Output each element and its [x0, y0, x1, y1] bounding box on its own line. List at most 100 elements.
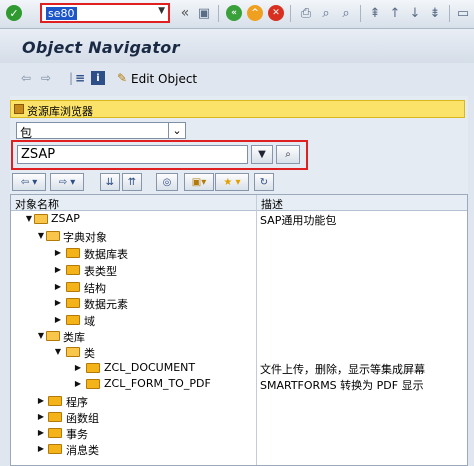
expanded-triangle-icon[interactable]: ▼: [37, 231, 45, 240]
tree-row-table-types[interactable]: ▶ 表类型: [11, 262, 467, 278]
tree-row-description: SMARTFORMS 转换为 PDF 显示: [260, 379, 424, 392]
back-icon[interactable]: «: [226, 5, 242, 21]
object-type-select[interactable]: 包 ⌄: [16, 122, 186, 140]
first-page-icon[interactable]: ⇞: [367, 5, 383, 21]
collapsed-triangle-icon[interactable]: ▶: [54, 298, 62, 307]
tree-toolbar: ⇦ ▾ ⇨ ▾ ⇊ ⇈ ◎ ▣▾ ★ ▾ ↻: [10, 172, 468, 192]
forward-arrow-icon: ⇨ ▾: [58, 176, 76, 188]
edit-object-button[interactable]: Edit Object: [131, 72, 197, 86]
create-session-icon[interactable]: ▭: [455, 5, 471, 21]
info-icon[interactable]: i: [91, 71, 105, 85]
tree-row-domains[interactable]: ▶ 域: [11, 312, 467, 328]
collapsed-triangle-icon[interactable]: ▶: [74, 363, 82, 372]
collapsed-triangle-icon[interactable]: ▶: [54, 265, 62, 274]
collapsed-triangle-icon[interactable]: ▶: [37, 444, 45, 453]
tree-row-transactions[interactable]: ▶ 事务: [11, 425, 467, 441]
collapsed-triangle-icon[interactable]: ▶: [37, 412, 45, 421]
tree-row-label: 数据元素: [84, 298, 128, 311]
tree-row-label: 类库: [63, 331, 85, 344]
folder-open-icon: [46, 231, 60, 241]
tree-column-header: 对象名称 描述: [11, 195, 467, 211]
next-page-icon[interactable]: ↓: [407, 5, 423, 21]
back-arrow-icon[interactable]: ⇦: [18, 70, 34, 86]
folder-open-icon: [46, 331, 60, 341]
tree-row-message-classes[interactable]: ▶ 消息类: [11, 441, 467, 457]
tree-row-zcl-form-to-pdf[interactable]: ▶ ZCL_FORM_TO_PDF SMARTFORMS 转换为 PDF 显示: [11, 376, 467, 392]
tree-row-data-elements[interactable]: ▶ 数据元素: [11, 295, 467, 311]
folder-icon: [66, 282, 80, 292]
collapsed-triangle-icon[interactable]: ▶: [37, 396, 45, 405]
folder-open-icon: [34, 214, 48, 224]
tree-row-label: ZCL_DOCUMENT: [104, 361, 196, 374]
hierarchy-icon[interactable]: ≡: [72, 70, 88, 86]
tree-row-programs[interactable]: ▶ 程序: [11, 393, 467, 409]
collapsed-triangle-icon[interactable]: ▶: [54, 248, 62, 257]
chevron-down-icon[interactable]: ⌄: [168, 123, 185, 138]
tree-row-description: 文件上传，删除，显示等集成屏幕: [260, 363, 425, 376]
exit-icon[interactable]: ^: [247, 5, 263, 21]
collapsed-triangle-icon[interactable]: ▶: [37, 428, 45, 437]
collapse-all-button[interactable]: ⇈: [122, 173, 142, 191]
folder-icon: [66, 298, 80, 308]
tree-row-label: 程序: [66, 396, 88, 409]
column-header-name[interactable]: 对象名称: [15, 196, 59, 212]
favorites-button[interactable]: ★ ▾: [215, 173, 249, 191]
command-field[interactable]: se80 ▼: [40, 3, 170, 23]
chevron-down-icon[interactable]: ▼: [158, 6, 165, 16]
ok-icon[interactable]: ✓: [6, 5, 22, 21]
tree-row-function-groups[interactable]: ▶ 函数组: [11, 409, 467, 425]
forward-arrow-icon[interactable]: ⇨: [38, 70, 54, 86]
repository-browser-header[interactable]: 资源库浏览器: [10, 100, 465, 118]
expand-all-button[interactable]: ⇊: [100, 173, 120, 191]
refresh-button[interactable]: ↻: [254, 173, 274, 191]
tree-row-label: 函数组: [66, 412, 99, 425]
object-type-value: 包: [20, 126, 33, 140]
tree-row-label: 域: [84, 315, 95, 328]
edit-object-icon[interactable]: ✎: [114, 70, 130, 86]
tree-row-label: 表类型: [84, 265, 117, 278]
back-arrows-icon[interactable]: «: [177, 5, 193, 21]
expanded-triangle-icon[interactable]: ▼: [54, 347, 62, 356]
tree-row-label: ZSAP: [51, 212, 80, 225]
object-name-input[interactable]: ZSAP: [17, 145, 248, 164]
prev-page-icon[interactable]: ↑: [387, 5, 403, 21]
save-icon[interactable]: ▣: [196, 5, 212, 21]
tree-row-zsap[interactable]: ▼ ZSAP SAP通用功能包: [11, 211, 467, 227]
find-button[interactable]: ◎: [156, 173, 178, 191]
find-next-icon[interactable]: ⌕: [338, 5, 354, 21]
display-button[interactable]: ⌕: [276, 145, 300, 164]
expanded-triangle-icon[interactable]: ▼: [25, 214, 33, 223]
collapsed-triangle-icon[interactable]: ▶: [74, 379, 82, 388]
expanded-triangle-icon[interactable]: ▼: [37, 331, 45, 340]
repository-browser-label: 资源库浏览器: [27, 105, 93, 118]
object-name-dropdown-button[interactable]: ▼: [251, 145, 273, 164]
forward-nav-button[interactable]: ⇨ ▾: [50, 173, 84, 191]
folder-icon: [86, 363, 100, 373]
print-icon[interactable]: ⎙: [298, 5, 314, 21]
collapsed-triangle-icon[interactable]: ▶: [54, 282, 62, 291]
folder-icon: [86, 379, 100, 389]
tree-row-description: SAP通用功能包: [260, 214, 337, 227]
tree-row-structures[interactable]: ▶ 结构: [11, 279, 467, 295]
tree-row-dictionary-objects[interactable]: ▼ 字典对象: [11, 228, 467, 244]
folder-icon: [48, 412, 62, 422]
folder-icon: [48, 396, 62, 406]
cancel-icon[interactable]: ✕: [268, 5, 284, 21]
tree-row-classes[interactable]: ▼ 类: [11, 344, 467, 360]
tree-row-class-library[interactable]: ▼ 类库: [11, 328, 467, 344]
folder-icon: [66, 315, 80, 325]
object-name-value: ZSAP: [21, 147, 56, 162]
last-page-icon[interactable]: ⇟: [427, 5, 443, 21]
add-folder-button[interactable]: ▣▾: [184, 173, 214, 191]
toolbar-separator: [290, 5, 291, 22]
back-nav-button[interactable]: ⇦ ▾: [12, 173, 46, 191]
command-field-text: se80: [46, 7, 77, 20]
folder-icon: [48, 428, 62, 438]
folder-add-icon: ▣▾: [191, 176, 207, 188]
refresh-icon: ↻: [259, 176, 269, 188]
column-header-description[interactable]: 描述: [261, 196, 283, 212]
tree-row-zcl-document[interactable]: ▶ ZCL_DOCUMENT 文件上传，删除，显示等集成屏幕: [11, 360, 467, 376]
tree-row-database-tables[interactable]: ▶ 数据库表: [11, 245, 467, 261]
collapsed-triangle-icon[interactable]: ▶: [54, 315, 62, 324]
find-icon[interactable]: ⌕: [318, 5, 334, 21]
